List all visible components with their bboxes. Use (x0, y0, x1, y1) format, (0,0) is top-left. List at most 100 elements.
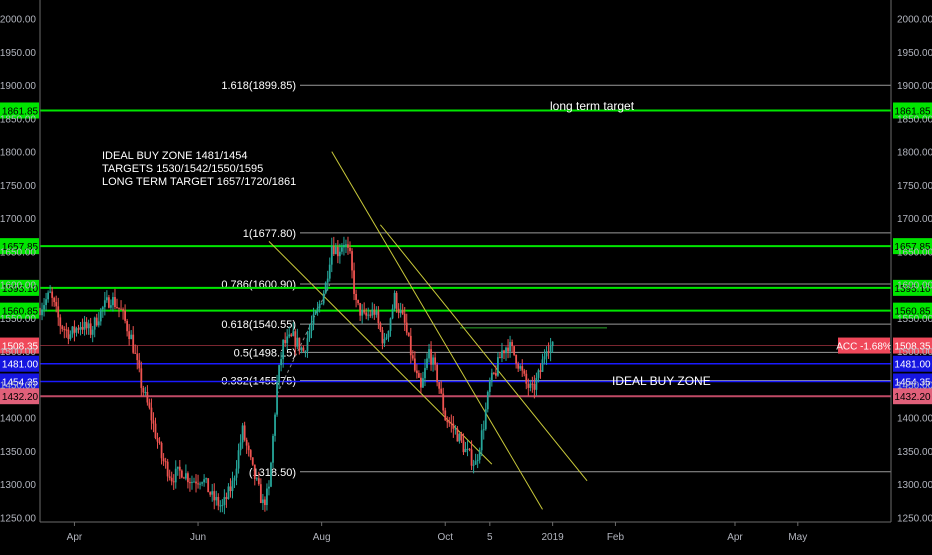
candle-body (41, 309, 43, 316)
y-tick-label-left: 1350.00 (0, 447, 36, 458)
fib-levels-group: 1.618(1899.85) 1(1677.80) 0.786(1600.90) 0.… (221, 80, 891, 479)
candle-body (290, 334, 293, 336)
chart: 1.618(1899.85) 1(1677.80) 0.786(1600.90) 0.… (0, 0, 932, 550)
y-tick-label-left: 1500.00 (0, 347, 36, 358)
trend-line (331, 151, 543, 510)
candle-body (458, 433, 461, 442)
y-tick-label-right: 2000.00 (897, 15, 932, 26)
candle-body (166, 461, 169, 477)
candle-body (415, 370, 418, 374)
candle-body (533, 384, 536, 390)
candle-body (411, 355, 414, 359)
y-tick-label-left: 1600.00 (0, 281, 36, 292)
candle-body (336, 247, 339, 257)
candle-body (213, 491, 216, 501)
x-tick-label: 2019 (542, 532, 565, 543)
candle-body (132, 334, 135, 353)
candle-body (225, 497, 228, 499)
candle-body (527, 383, 530, 388)
candle-body (369, 314, 372, 316)
candle-body (105, 297, 108, 301)
candle-body (120, 308, 122, 310)
x-tick-label: 5 (487, 532, 493, 543)
candle-body (136, 353, 139, 361)
candle-body (442, 393, 445, 411)
x-tick-label: May (788, 532, 807, 543)
candle-body (468, 448, 471, 450)
price-level-lines-group: 1861.85 1861.851657.85 1657.851595.10 1595.… (0, 102, 932, 405)
candle-body (207, 478, 210, 493)
candle-body (55, 302, 58, 307)
trend-lines-group (268, 151, 588, 510)
candle-body (211, 491, 214, 495)
x-tick-label: Feb (607, 532, 625, 543)
candle-body (535, 377, 538, 390)
candle-body (116, 307, 118, 309)
candle-body (515, 354, 518, 364)
candle-body (480, 430, 483, 451)
y-tick-label-right: 1300.00 (897, 480, 932, 491)
candle-body (417, 373, 420, 378)
y-tick-label-right: 1900.00 (897, 81, 932, 92)
x-tick-label: Oct (437, 532, 453, 543)
y-tick-label-right: 1650.00 (897, 247, 932, 258)
candle-body (525, 373, 528, 384)
candle-body (424, 368, 426, 379)
candle-body (53, 297, 56, 303)
candle-body (391, 308, 394, 319)
candle-body (209, 492, 212, 495)
y-tick-label-left: 1300.00 (0, 480, 36, 491)
candle-body (306, 338, 309, 352)
candle-body (462, 440, 465, 453)
candle-body (308, 330, 311, 339)
candle-body (440, 388, 443, 394)
fib-level-label: 0.618(1540.55) (221, 319, 296, 331)
candle-body (239, 442, 242, 451)
candle-body (83, 321, 86, 330)
candle-body (328, 264, 331, 279)
candle-body (219, 505, 222, 507)
candle-body (357, 299, 360, 304)
candle-body (282, 339, 285, 360)
candle-body (432, 357, 434, 365)
y-tick-label-left: 1400.00 (0, 414, 36, 425)
candle-body (284, 339, 287, 344)
candle-body (65, 329, 68, 331)
candle-body (294, 331, 297, 347)
candle-body (385, 337, 388, 339)
x-tick-label: Aug (313, 532, 331, 543)
candle-body (114, 297, 116, 308)
candle-body (215, 496, 218, 501)
candle-body (140, 368, 143, 389)
candle-body (81, 326, 84, 330)
y-tick-label-left: 1250.00 (0, 513, 36, 524)
candle-body (259, 484, 262, 504)
candle-body (231, 480, 234, 492)
candle-body (401, 310, 404, 314)
candle-body (288, 334, 291, 337)
long-term-target-label: long term target (550, 99, 635, 113)
candle-body (494, 373, 497, 376)
price-badge-left-label: 1432.20 (2, 392, 39, 403)
y-tick-label-left: 1800.00 (0, 148, 36, 159)
candle-body (257, 478, 260, 485)
y-tick-label-right: 1450.00 (897, 380, 932, 391)
candle-body (341, 247, 343, 252)
acc-badge-label: ACC -1.68% (836, 342, 892, 353)
candle-body (85, 321, 88, 329)
candle-body (529, 383, 532, 388)
candle-body (436, 364, 439, 383)
candle-body (365, 312, 368, 316)
y-tick-label-right: 1350.00 (897, 447, 932, 458)
candle-body (499, 357, 501, 359)
candle-body (201, 482, 203, 484)
candle-body (543, 356, 546, 360)
y-tick-label-right: 1500.00 (897, 347, 932, 358)
candle-body (184, 473, 187, 479)
candle-body (77, 328, 80, 330)
candle-body (241, 425, 244, 443)
candle-body (223, 497, 226, 505)
candle-body (237, 450, 240, 469)
candle-body (249, 450, 252, 458)
candle-body (148, 402, 151, 408)
